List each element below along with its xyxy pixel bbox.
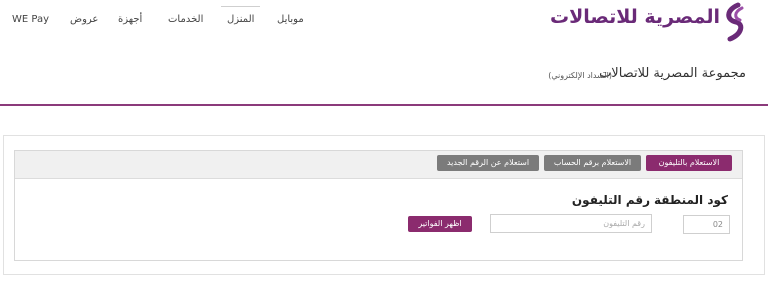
phone-number-input[interactable] — [490, 214, 652, 233]
phone-label: رقم التليفون — [571, 193, 650, 207]
nav-item-mobile[interactable]: موبايل — [277, 14, 304, 25]
we-logo-mark-icon — [726, 2, 744, 42]
nav-item-home[interactable]: المنزل — [220, 6, 261, 25]
page-title-row: مجموعة المصرية للاتصالات (السداد الإلكتر… — [0, 66, 768, 92]
brand-logo[interactable]: المصرية للاتصالات — [550, 2, 748, 42]
logo-text: المصرية للاتصالات — [550, 6, 721, 28]
nav-item-offers[interactable]: عروض — [70, 14, 98, 25]
tab-inquiry-new-number[interactable]: استعلام عن الرقم الجديد — [437, 155, 539, 171]
site-header: المصرية للاتصالات موبايل المنزل الخدمات … — [0, 0, 768, 48]
nav-item-devices[interactable]: أجهزة — [118, 14, 142, 25]
page-subtitle: (السداد الإلكتروني) — [548, 71, 612, 80]
title-divider — [0, 104, 768, 106]
area-code-label: كود المنطقة — [653, 193, 728, 207]
nav-item-we-pay[interactable]: WE Pay — [12, 14, 49, 25]
tab-inquiry-by-account[interactable]: الاستعلام برقم الحساب — [544, 155, 641, 171]
tab-inquiry-by-phone[interactable]: الاستعلام بالتليفون — [646, 155, 732, 171]
page-title: مجموعة المصرية للاتصالات — [599, 66, 746, 81]
nav-item-services[interactable]: الخدمات — [168, 14, 203, 25]
area-code-input[interactable] — [683, 215, 730, 234]
show-bills-button[interactable]: اظهر الفواتير — [408, 216, 472, 232]
